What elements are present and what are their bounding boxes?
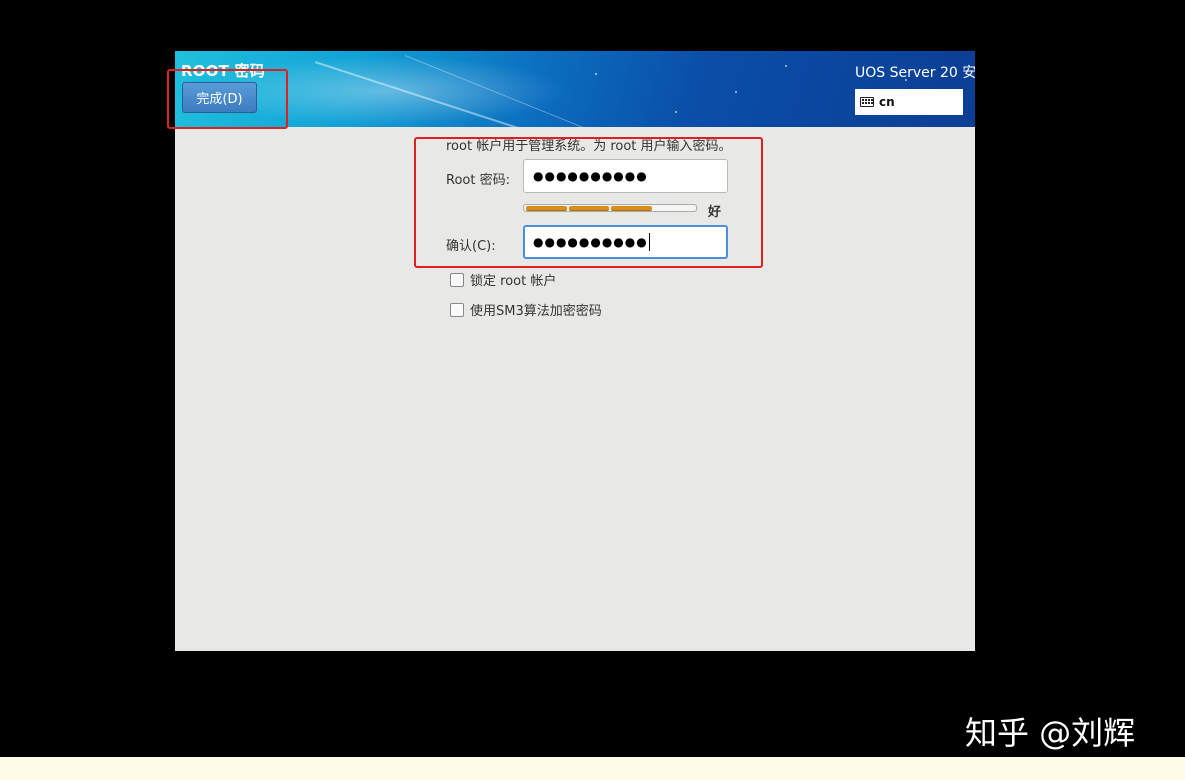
strength-segment <box>526 206 567 211</box>
sm3-label[interactable]: 使用SM3算法加密密码 <box>470 300 602 319</box>
sm3-checkbox[interactable] <box>450 302 464 317</box>
root-password-value: ●●●●●●●●●● <box>533 169 648 183</box>
banner-decoration <box>404 55 610 127</box>
banner-decoration <box>735 91 737 93</box>
keyboard-layout-indicator[interactable]: cn <box>855 89 963 115</box>
sm3-checkbox-row[interactable]: 使用SM3算法加密密码 <box>450 300 602 319</box>
confirm-password-value: ●●●●●●●●●● <box>533 235 648 249</box>
done-button[interactable]: 完成(D) <box>182 82 257 113</box>
banner-decoration <box>595 73 597 75</box>
root-password-label: Root 密码: <box>446 173 510 188</box>
strength-segment <box>568 206 609 211</box>
strength-segment <box>654 206 695 210</box>
password-strength-meter <box>523 204 697 212</box>
password-strength-text: 好 <box>708 205 722 220</box>
lock-root-checkbox-row[interactable]: 锁定 root 帐户 <box>450 270 556 289</box>
footer-strip <box>0 757 1185 780</box>
lock-root-label[interactable]: 锁定 root 帐户 <box>470 270 556 289</box>
text-caret <box>648 233 650 251</box>
banner-decoration <box>785 65 787 67</box>
page-title: ROOT 密码 <box>181 62 265 80</box>
keyboard-layout-value: cn <box>879 95 895 109</box>
product-title: UOS Server 20 安 <box>855 65 975 81</box>
watermark: 知乎 @刘辉 <box>965 714 1136 752</box>
strength-segment <box>611 206 652 211</box>
banner-decoration <box>675 111 677 113</box>
installer-window: ROOT 密码 完成(D) UOS Server 20 安 cn root 帐户… <box>175 51 975 651</box>
confirm-password-label: 确认(C): <box>446 239 496 254</box>
root-description: root 帐户用于管理系统。为 root 用户输入密码。 <box>446 139 732 154</box>
lock-root-checkbox[interactable] <box>450 272 464 287</box>
confirm-password-input[interactable]: ●●●●●●●●●● <box>523 225 728 259</box>
header-banner: ROOT 密码 完成(D) UOS Server 20 安 cn <box>175 51 975 127</box>
root-password-input[interactable]: ●●●●●●●●●● <box>523 159 728 193</box>
keyboard-icon <box>860 97 874 107</box>
